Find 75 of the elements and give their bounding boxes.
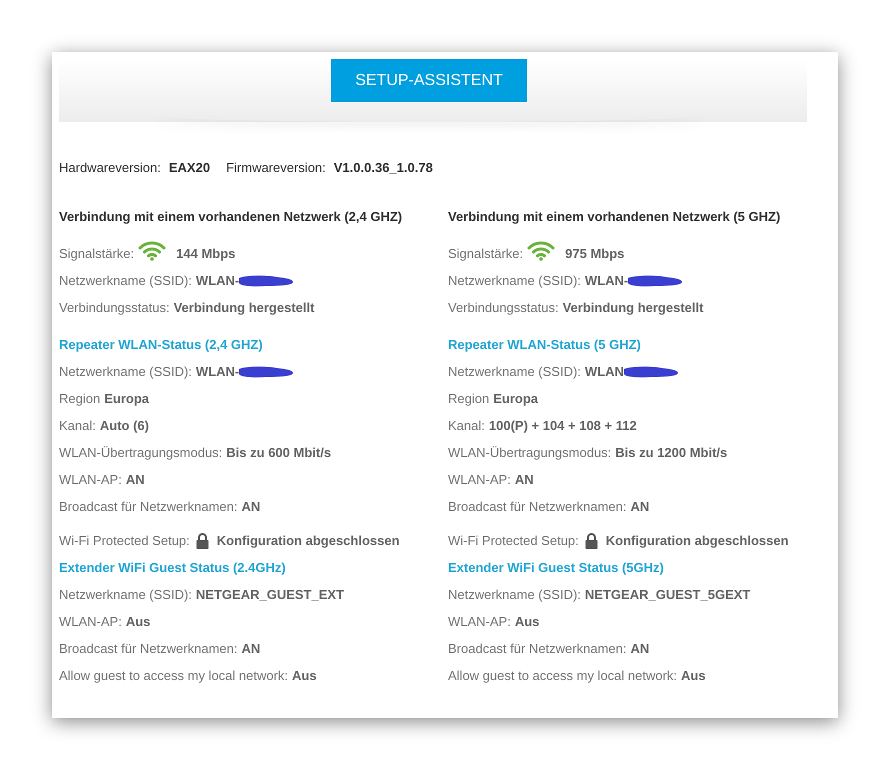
version-label: Hardwareversion: xyxy=(59,160,161,175)
field-value: Verbindung hergestellt xyxy=(562,300,704,315)
field-value: AN xyxy=(514,472,534,487)
field-value: Aus xyxy=(292,668,317,683)
field-value: WLAN- xyxy=(584,273,628,288)
field-label: Kanal: xyxy=(448,418,485,433)
field-label: Broadcast für Netzwerknamen: xyxy=(59,641,238,656)
field-value: Konfiguration abgeschlossen xyxy=(216,533,400,548)
field-label: Verbindungsstatus: xyxy=(448,300,559,315)
field-label: Netzwerkname (SSID): xyxy=(59,587,192,602)
field-value: Konfiguration abgeschlossen xyxy=(606,533,789,548)
field-value: AN xyxy=(241,641,260,656)
field-value: 975 Mbps xyxy=(565,246,624,261)
field-value: Aus xyxy=(126,614,150,629)
field-value: Auto (6) xyxy=(100,418,149,433)
field-value: Europa xyxy=(493,391,538,406)
field-label: WLAN-AP: xyxy=(448,472,511,487)
field-value: AN xyxy=(241,499,260,514)
field-value: WLAN- xyxy=(196,364,240,379)
section-heading: Repeater WLAN-Status (2,4 GHZ) xyxy=(59,336,264,354)
field-value: Europa xyxy=(104,391,149,406)
field-label: WLAN-Übertragungsmodus: xyxy=(59,445,222,460)
field-value: NETGEAR_GUEST_EXT xyxy=(196,587,344,602)
field-value: WLAN- xyxy=(196,273,240,288)
version-value: V1.0.0.36_1.0.78 xyxy=(334,160,433,175)
field-label: Signalstärke: xyxy=(59,246,134,261)
section-heading: Verbindung mit einem vorhandenen Netzwerk (2,4 GHZ) xyxy=(59,208,404,226)
field-label: Netzwerkname (SSID): xyxy=(59,273,192,288)
field-label: WLAN-Übertragungsmodus: xyxy=(448,445,612,460)
redaction-mark xyxy=(626,274,684,288)
field-value: WLAN xyxy=(584,364,624,379)
redaction-mark xyxy=(622,364,680,378)
field-value: AN xyxy=(126,472,145,487)
field-label: Kanal: xyxy=(59,418,96,433)
field-value: NETGEAR_GUEST_5GEXT xyxy=(584,587,750,602)
field-label: Broadcast für Netzwerknamen: xyxy=(448,641,626,656)
field-label: WLAN-AP: xyxy=(59,472,122,487)
wifi-signal-icon xyxy=(527,240,556,260)
field-label: Netzwerkname (SSID): xyxy=(448,273,581,288)
field-label: Signalstärke: xyxy=(448,246,524,261)
version-label: Firmwareversion: xyxy=(226,160,326,175)
field-label: Allow guest to access my local network: xyxy=(59,668,288,683)
field-label: Broadcast für Netzwerknamen: xyxy=(448,499,626,514)
field-value: Aus xyxy=(514,614,540,629)
field-value: Aus xyxy=(681,668,706,683)
field-value: AN xyxy=(630,641,650,656)
field-value: Bis zu 1200 Mbit/s xyxy=(615,445,728,460)
lock-icon xyxy=(196,532,209,548)
redaction-mark xyxy=(237,274,296,288)
field-label: Wi-Fi Protected Setup: xyxy=(59,533,190,548)
field-label: Wi-Fi Protected Setup: xyxy=(448,533,579,548)
field-label: Allow guest to access my local network: xyxy=(448,668,678,683)
field-label: Verbindungsstatus: xyxy=(59,300,170,315)
field-label: WLAN-AP: xyxy=(59,614,122,629)
redaction-mark xyxy=(237,364,296,378)
field-label: Netzwerkname (SSID): xyxy=(59,364,192,379)
field-label: Region xyxy=(448,391,490,406)
section-heading: Repeater WLAN-Status (5 GHZ) xyxy=(448,336,642,354)
field-label: Region xyxy=(59,391,100,406)
setup-assistant-button[interactable]: SETUP-ASSISTENT xyxy=(331,59,527,102)
section-heading: Extender WiFi Guest Status (2.4GHz) xyxy=(59,559,287,577)
field-label: Netzwerkname (SSID): xyxy=(448,587,581,602)
wifi-signal-icon xyxy=(138,240,166,260)
field-value: Verbindung hergestellt xyxy=(174,300,314,315)
field-value: Bis zu 600 Mbit/s xyxy=(226,445,332,460)
field-label: Broadcast für Netzwerknamen: xyxy=(59,499,238,514)
section-heading: Verbindung mit einem vorhandenen Netzwerk (5 GHZ) xyxy=(448,208,782,226)
field-value: 100(P) + 104 + 108 + 112 xyxy=(488,418,637,433)
field-value: 144 Mbps xyxy=(176,246,236,261)
lock-icon xyxy=(584,532,598,548)
field-label: WLAN-AP: xyxy=(448,614,511,629)
version-value: EAX20 xyxy=(168,160,210,175)
section-heading: Extender WiFi Guest Status (5GHz) xyxy=(448,559,665,577)
field-value: AN xyxy=(630,499,650,514)
field-label: Netzwerkname (SSID): xyxy=(448,364,581,379)
